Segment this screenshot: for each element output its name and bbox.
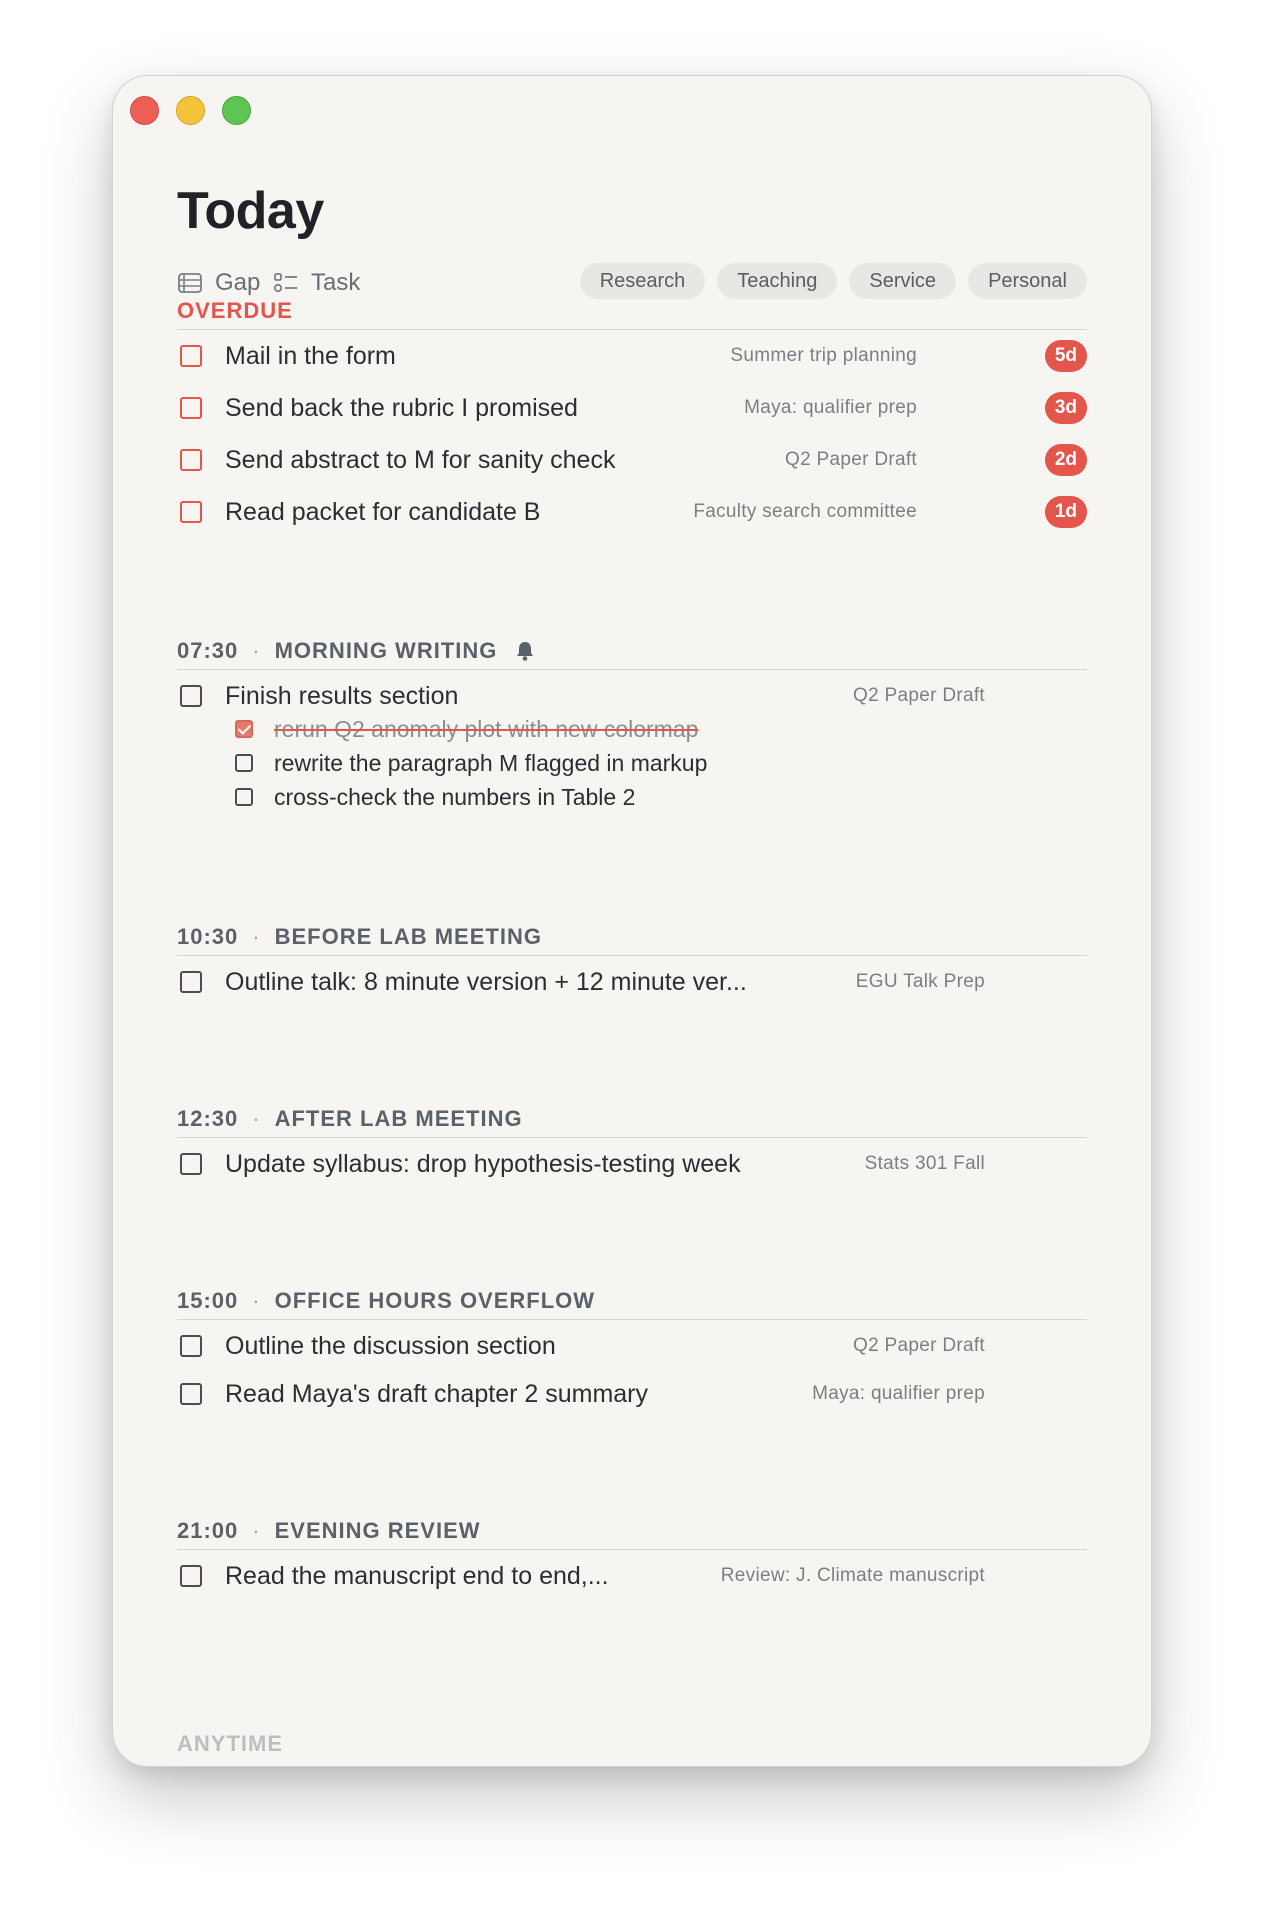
block-time: 10:30 (177, 924, 239, 949)
task-checkbox[interactable] (180, 1565, 202, 1587)
task-project: Summer trip planning (730, 345, 917, 366)
task-project: Maya: qualifier prep (812, 1383, 985, 1404)
subtask-row[interactable]: rerun Q2 anomaly plot with new colormap (177, 712, 1087, 746)
subtask-title: cross-check the numbers in Table 2 (274, 783, 636, 810)
minimize-window-button[interactable] (176, 96, 205, 125)
block-name: OFFICE HOURS OVERFLOW (274, 1288, 596, 1313)
app-window: Today Gap Task Research Teaching Service… (112, 75, 1152, 1767)
task-title: Outline talk: 8 minute version + 12 minu… (225, 967, 747, 996)
task-project: EGU Talk Prep (855, 971, 985, 992)
task-project: Q2 Paper Draft (853, 685, 985, 706)
bell-icon[interactable] (515, 640, 535, 662)
subtask-title: rerun Q2 anomaly plot with new colormap (274, 715, 699, 742)
separator-dot: · (252, 638, 261, 663)
task-title: Finish results section (225, 681, 459, 710)
block-heading: 21:00 · EVENING REVIEW (177, 1513, 1087, 1550)
task-row[interactable]: Send back the rubric I promised Maya: qu… (177, 382, 1087, 434)
overdue-badge: 3d (1044, 392, 1087, 424)
task-checkbox[interactable] (180, 971, 202, 993)
block-name: AFTER LAB MEETING (274, 1106, 523, 1131)
task-project: Stats 301 Fall (864, 1153, 985, 1174)
anytime-heading: ANYTIME (177, 1731, 283, 1756)
block-time: 07:30 (177, 638, 239, 663)
page-title: Today (177, 182, 324, 240)
task-row[interactable]: Outline talk: 8 minute version + 12 minu… (177, 956, 1087, 1008)
task-checkbox[interactable] (180, 449, 202, 471)
zoom-window-button[interactable] (222, 96, 251, 125)
close-window-button[interactable] (130, 96, 159, 125)
window-controls (130, 96, 251, 125)
task-checkbox[interactable] (180, 345, 202, 367)
gap-icon (177, 272, 203, 294)
task-row[interactable]: Update syllabus: drop hypothesis-testing… (177, 1138, 1087, 1190)
block-time: 21:00 (177, 1518, 239, 1543)
block-heading: 10:30 · BEFORE LAB MEETING (177, 919, 1087, 956)
task-title: Read the manuscript end to end,... (225, 1561, 609, 1590)
task-title: Send abstract to M for sanity check (225, 445, 616, 474)
overdue-badge: 5d (1044, 340, 1087, 372)
subtask-checkbox[interactable] (235, 788, 253, 806)
subtask-title: rewrite the paragraph M flagged in marku… (274, 749, 708, 776)
overdue-section: OVERDUE Mail in the form Summer trip pla… (177, 293, 1087, 538)
task-title: Outline the discussion section (225, 1331, 556, 1360)
time-block-before-lab-meeting: 10:30 · BEFORE LAB MEETING Outline talk:… (177, 919, 1087, 1008)
task-checkbox[interactable] (180, 501, 202, 523)
overdue-badge: 2d (1044, 444, 1087, 476)
overdue-heading: OVERDUE (177, 293, 1087, 330)
task-row[interactable]: Read the manuscript end to end,... Revie… (177, 1550, 1087, 1602)
subtask-row[interactable]: cross-check the numbers in Table 2 (177, 780, 1087, 814)
block-time: 15:00 (177, 1288, 239, 1313)
task-project: Q2 Paper Draft (785, 449, 917, 470)
subtask-checkbox[interactable] (235, 754, 253, 772)
subtask-row[interactable]: rewrite the paragraph M flagged in marku… (177, 746, 1087, 780)
task-row[interactable]: Mail in the form Summer trip planning 5d (177, 330, 1087, 382)
subtask-checkbox-checked[interactable] (235, 720, 253, 738)
task-title: Send back the rubric I promised (225, 393, 578, 422)
task-checkbox[interactable] (180, 397, 202, 419)
task-title: Mail in the form (225, 341, 396, 370)
task-checkbox[interactable] (180, 685, 202, 707)
block-heading: 12:30 · AFTER LAB MEETING (177, 1101, 1087, 1138)
separator-dot: · (252, 1106, 261, 1131)
block-name: MORNING WRITING (274, 638, 498, 663)
task-project: Faculty search committee (693, 501, 917, 522)
time-block-morning-writing: 07:30 · MORNING WRITING Finish results s… (177, 633, 1087, 814)
separator-dot: · (252, 924, 261, 949)
block-heading: 07:30 · MORNING WRITING (177, 633, 1087, 670)
block-time: 12:30 (177, 1106, 239, 1131)
task-checkbox[interactable] (180, 1383, 202, 1405)
block-name: EVENING REVIEW (274, 1518, 481, 1543)
block-heading: 15:00 · OFFICE HOURS OVERFLOW (177, 1283, 1087, 1320)
task-project: Q2 Paper Draft (853, 1335, 985, 1356)
time-block-office-hours-overflow: 15:00 · OFFICE HOURS OVERFLOW Outline th… (177, 1283, 1087, 1420)
task-row[interactable]: Outline the discussion section Q2 Paper … (177, 1320, 1087, 1372)
task-project: Maya: qualifier prep (744, 397, 917, 418)
task-row[interactable]: Read Maya's draft chapter 2 summary Maya… (177, 1368, 1087, 1420)
block-name: BEFORE LAB MEETING (274, 924, 542, 949)
task-title: Read packet for candidate B (225, 497, 541, 526)
time-block-evening-review: 21:00 · EVENING REVIEW Read the manuscri… (177, 1513, 1087, 1602)
separator-dot: · (252, 1518, 261, 1543)
time-block-after-lab-meeting: 12:30 · AFTER LAB MEETING Update syllabu… (177, 1101, 1087, 1190)
task-checkbox[interactable] (180, 1153, 202, 1175)
task-project: Review: J. Climate manuscript (720, 1565, 985, 1586)
task-title: Update syllabus: drop hypothesis-testing… (225, 1149, 741, 1178)
task-row[interactable]: Send abstract to M for sanity check Q2 P… (177, 434, 1087, 486)
task-icon (273, 272, 299, 294)
task-checkbox[interactable] (180, 1335, 202, 1357)
separator-dot: · (252, 1288, 261, 1313)
task-title: Read Maya's draft chapter 2 summary (225, 1379, 648, 1408)
task-row[interactable]: Read packet for candidate B Faculty sear… (177, 486, 1087, 538)
overdue-badge: 1d (1044, 496, 1087, 528)
